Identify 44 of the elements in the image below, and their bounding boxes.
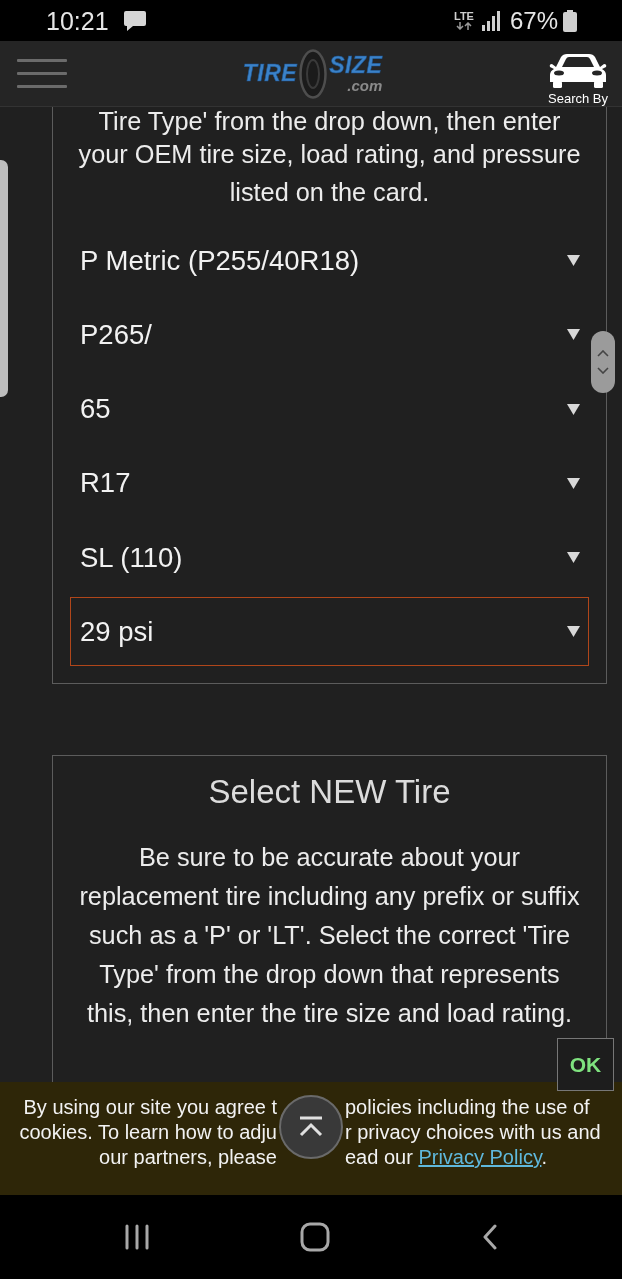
network-type: LTE (454, 11, 474, 22)
data-arrows-icon (455, 22, 472, 30)
dropdown[interactable]: P265/ (70, 300, 589, 370)
cookie-notice-text: our partners, please (99, 1145, 277, 1170)
back-icon[interactable] (482, 1224, 498, 1250)
instruction-text: your OEM tire size, load rating, and pressure listed on the card. (77, 139, 582, 208)
card-title: Select NEW Tire (207, 772, 452, 813)
battery-icon (563, 9, 577, 32)
cookie-notice-text: r privacy choices with us and (345, 1120, 601, 1145)
dropdown[interactable]: R17 (70, 448, 589, 518)
instruction-text: Tire Type' from the drop down, then enter (97, 107, 562, 135)
dropdown[interactable]: SL (110) (70, 523, 589, 593)
cookie-notice-text: ead our Privacy Policy. (345, 1145, 547, 1170)
privacy-policy-link[interactable]: Privacy Policy (418, 1146, 542, 1168)
site-logo[interactable]: TIRE SIZE .com (242, 48, 383, 99)
recent-apps-icon[interactable] (124, 1224, 150, 1250)
cookie-notice-text: policies including the use of (345, 1095, 590, 1120)
clock-time: 10:21 (46, 5, 109, 36)
caret-icon (567, 329, 580, 341)
cookie-notice-text: By using our site you agree t (23, 1095, 277, 1120)
battery-percentage: 67% (509, 5, 558, 36)
chevron-down-icon (597, 367, 609, 374)
scroll-thumb[interactable] (591, 331, 615, 393)
chevron-up-icon (597, 350, 609, 357)
back-to-top-icon (297, 1116, 325, 1138)
menu-button[interactable] (17, 59, 67, 88)
search-by-button[interactable]: Search By (548, 51, 608, 106)
ok-button[interactable]: OK (557, 1038, 614, 1091)
home-icon[interactable] (300, 1222, 330, 1252)
caret-icon (567, 255, 580, 266)
caret-icon (567, 403, 580, 415)
edge-panel-handle[interactable] (0, 160, 8, 397)
caret-icon (567, 552, 580, 564)
tire-icon (299, 48, 328, 99)
dropdown[interactable]: 65 (70, 374, 589, 444)
message-icon (122, 9, 147, 32)
car-icon (549, 51, 607, 88)
dropdown[interactable]: 29 psi (70, 597, 589, 667)
dropdown[interactable]: P Metric (P255/40R18) (70, 226, 589, 295)
cookie-notice-text: cookies. To learn how to adju (19, 1120, 277, 1145)
signal-icon (481, 10, 501, 31)
instruction-text: Be sure to be accurate about your replacement tire including any prefix or suffix such as a 'P' or 'LT'. Select the correct 'Tire Type' from the drop down that represents this, then enter the tire size and load rating. (78, 842, 581, 1030)
caret-icon (567, 477, 580, 489)
caret-icon (567, 626, 580, 638)
